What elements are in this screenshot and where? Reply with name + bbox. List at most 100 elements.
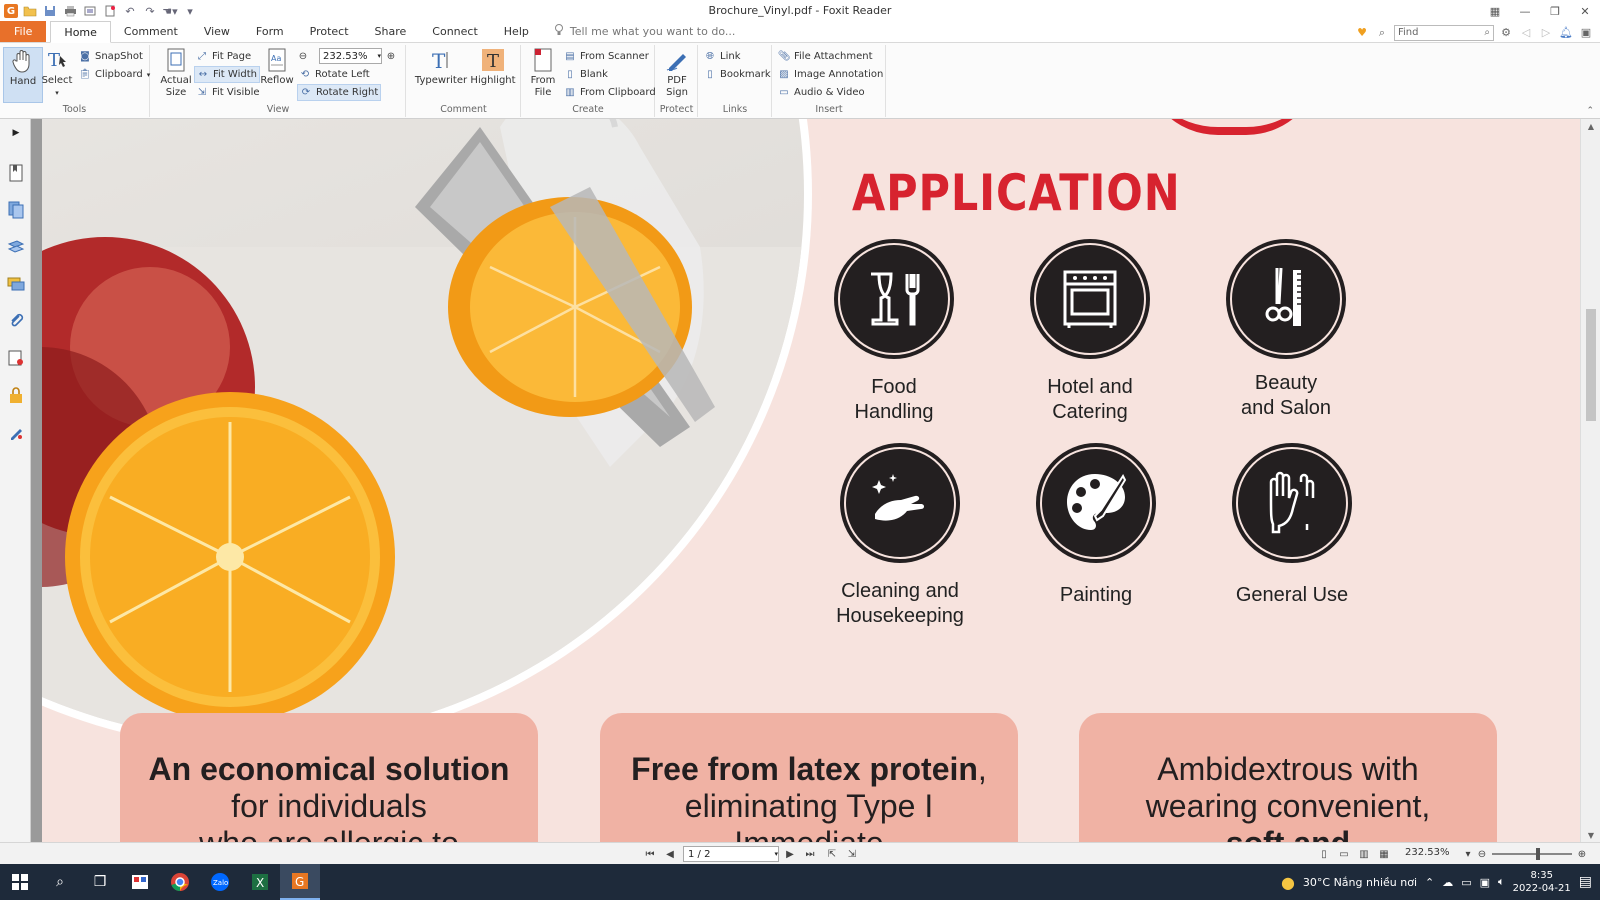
foxit-taskbar-icon[interactable]: G [280, 864, 320, 900]
customize-qa-icon[interactable]: ▾ [182, 3, 198, 19]
open-icon[interactable] [22, 3, 38, 19]
redo-icon[interactable]: ↷ [142, 3, 158, 19]
forward-arrow-icon[interactable]: ▷ [1538, 25, 1554, 41]
next-view-icon[interactable]: ⇲ [844, 846, 860, 862]
windows-start-icon[interactable] [0, 864, 40, 900]
taskbar-search-icon[interactable]: ⌕ [40, 864, 80, 900]
select-tool-button[interactable]: T Select ▾ [37, 47, 77, 103]
bell-icon[interactable]: 🔔︎ [1558, 25, 1574, 41]
file-attachment-button[interactable]: 📎︎ File Attachment [776, 48, 875, 65]
close-button[interactable]: ✕ [1570, 0, 1600, 22]
chrome-icon[interactable] [160, 864, 200, 900]
find-input[interactable]: Find ⌕ [1394, 24, 1494, 41]
device-icon[interactable]: ▭ [1461, 876, 1471, 889]
facing-page-icon[interactable]: ▥ [1356, 846, 1372, 862]
scroll-up-arrow-icon[interactable]: ▲ [1581, 119, 1600, 133]
excel-icon[interactable]: X [240, 864, 280, 900]
expand-panel-icon[interactable]: ▶ [6, 123, 26, 143]
fit-page-button[interactable]: ⤢ Fit Page [194, 48, 253, 65]
reflow-button[interactable]: Aa Reflow [257, 47, 297, 103]
continuous-page-icon[interactable]: ▭ [1336, 846, 1352, 862]
tell-me-box[interactable]: Tell me what you want to do... [554, 21, 735, 42]
tray-chevron-up-icon[interactable]: ⌃ [1425, 876, 1434, 889]
first-page-icon[interactable]: ⏮ [642, 846, 658, 862]
last-page-icon[interactable]: ⏭ [802, 846, 818, 862]
pdf-sign-button[interactable]: PDF Sign [657, 47, 697, 103]
scroll-down-arrow-icon[interactable]: ▼ [1581, 828, 1600, 842]
chevron-down-icon[interactable]: ▾ [377, 52, 381, 60]
actual-size-button[interactable]: Actual Size [156, 47, 196, 103]
restore-layout-icon[interactable]: ▦ [1480, 0, 1510, 22]
network-icon[interactable]: ▣ [1480, 876, 1490, 889]
collapse-ribbon-icon[interactable]: ⌃ [1586, 106, 1594, 116]
layers-panel-icon[interactable] [6, 237, 26, 257]
taskbar-app-icon[interactable] [120, 864, 160, 900]
clock[interactable]: 8:35 2022-04-21 [1513, 869, 1571, 895]
undo-icon[interactable]: ↶ [122, 3, 138, 19]
clipboard-button[interactable]: 📋︎ Clipboard ▾ [77, 66, 152, 83]
save-icon[interactable] [42, 3, 58, 19]
task-view-icon[interactable]: ❒ [80, 864, 120, 900]
previous-page-icon[interactable]: ◀ [662, 846, 678, 862]
fit-width-button[interactable]: ↔ Fit Width [194, 66, 260, 83]
zoom-out-status-icon[interactable]: ⊖ [1474, 846, 1490, 862]
single-page-icon[interactable]: ▯ [1316, 846, 1332, 862]
search-docs-icon[interactable]: ⌕ [1374, 25, 1390, 41]
signatures-panel-icon[interactable] [6, 348, 26, 368]
zoom-out-button[interactable]: ⊖ [297, 48, 309, 65]
bookmark-button[interactable]: ▯ Bookmark [702, 66, 773, 83]
print-icon[interactable] [62, 3, 78, 19]
zoom-slider[interactable] [1492, 853, 1572, 855]
scan-icon[interactable] [82, 3, 98, 19]
tab-file[interactable]: File [0, 21, 47, 42]
page-number-input[interactable]: 1 / 2 ▾ [683, 846, 779, 862]
foxit-logo-icon[interactable]: G [4, 4, 18, 18]
heart-icon[interactable]: ♥ [1354, 25, 1370, 41]
from-file-button[interactable]: From File [523, 47, 563, 103]
rotate-right-button[interactable]: ⟳ Rotate Right [297, 84, 382, 101]
tab-view[interactable]: View [191, 21, 243, 42]
page-dropdown-icon[interactable]: ▾ [774, 850, 778, 858]
bookmarks-panel-icon[interactable] [6, 163, 26, 183]
image-annotation-button[interactable]: ▨ Image Annotation [776, 66, 885, 83]
blank-button[interactable]: ▯ Blank [562, 66, 610, 83]
next-page-icon[interactable]: ▶ [782, 846, 798, 862]
tab-form[interactable]: Form [243, 21, 297, 42]
security-panel-icon[interactable] [6, 385, 26, 405]
typewriter-button[interactable]: T Typewriter [415, 47, 467, 103]
continuous-facing-icon[interactable]: ▦ [1376, 846, 1392, 862]
maximize-button[interactable]: ❐ [1540, 0, 1570, 22]
user-account-icon[interactable]: ▣ [1578, 25, 1594, 41]
weather-sun-icon[interactable]: ● [1281, 873, 1295, 892]
sign-tool-panel-icon[interactable] [6, 422, 26, 442]
hand-tool-quick-icon[interactable]: ☚▾ [162, 3, 178, 19]
volume-icon[interactable]: 🔈︎ [1498, 875, 1505, 889]
link-button[interactable]: 🌐︎ Link [702, 48, 742, 65]
tab-share[interactable]: Share [362, 21, 420, 42]
tab-connect[interactable]: Connect [419, 21, 490, 42]
tab-protect[interactable]: Protect [297, 21, 362, 42]
rotate-left-button[interactable]: ⟲ Rotate Left [297, 66, 372, 83]
new-icon[interactable] [102, 3, 118, 19]
zoom-level-status[interactable]: 232.53% [1405, 847, 1450, 858]
audio-video-button[interactable]: ▭ Audio & Video [776, 84, 867, 101]
weather-text[interactable]: 30°C Nắng nhiều nơi [1303, 876, 1417, 889]
snapshot-button[interactable]: ◙ SnapShot [77, 48, 145, 65]
zoom-in-status-icon[interactable]: ⊕ [1574, 846, 1590, 862]
attachments-panel-icon[interactable] [6, 311, 26, 331]
panel-divider[interactable] [31, 119, 42, 842]
tab-comment[interactable]: Comment [111, 21, 191, 42]
onedrive-cloud-icon[interactable]: ☁ [1442, 876, 1453, 889]
zalo-icon[interactable]: Zalo [200, 864, 240, 900]
pages-panel-icon[interactable] [6, 200, 26, 220]
back-arrow-icon[interactable]: ◁ [1518, 25, 1534, 41]
from-clipboard-button[interactable]: ▥ From Clipboard [562, 84, 658, 101]
notification-icon[interactable]: ▤ [1579, 874, 1592, 890]
scroll-thumb[interactable] [1586, 309, 1596, 421]
zoom-in-button[interactable]: ⊕ [385, 48, 397, 65]
from-scanner-button[interactable]: ▤ From Scanner [562, 48, 651, 65]
tab-help[interactable]: Help [491, 21, 542, 42]
fit-visible-button[interactable]: ⇲ Fit Visible [194, 84, 262, 101]
zoom-slider-handle[interactable] [1536, 848, 1540, 860]
vertical-scrollbar[interactable]: ▲ ▼ [1580, 119, 1600, 842]
